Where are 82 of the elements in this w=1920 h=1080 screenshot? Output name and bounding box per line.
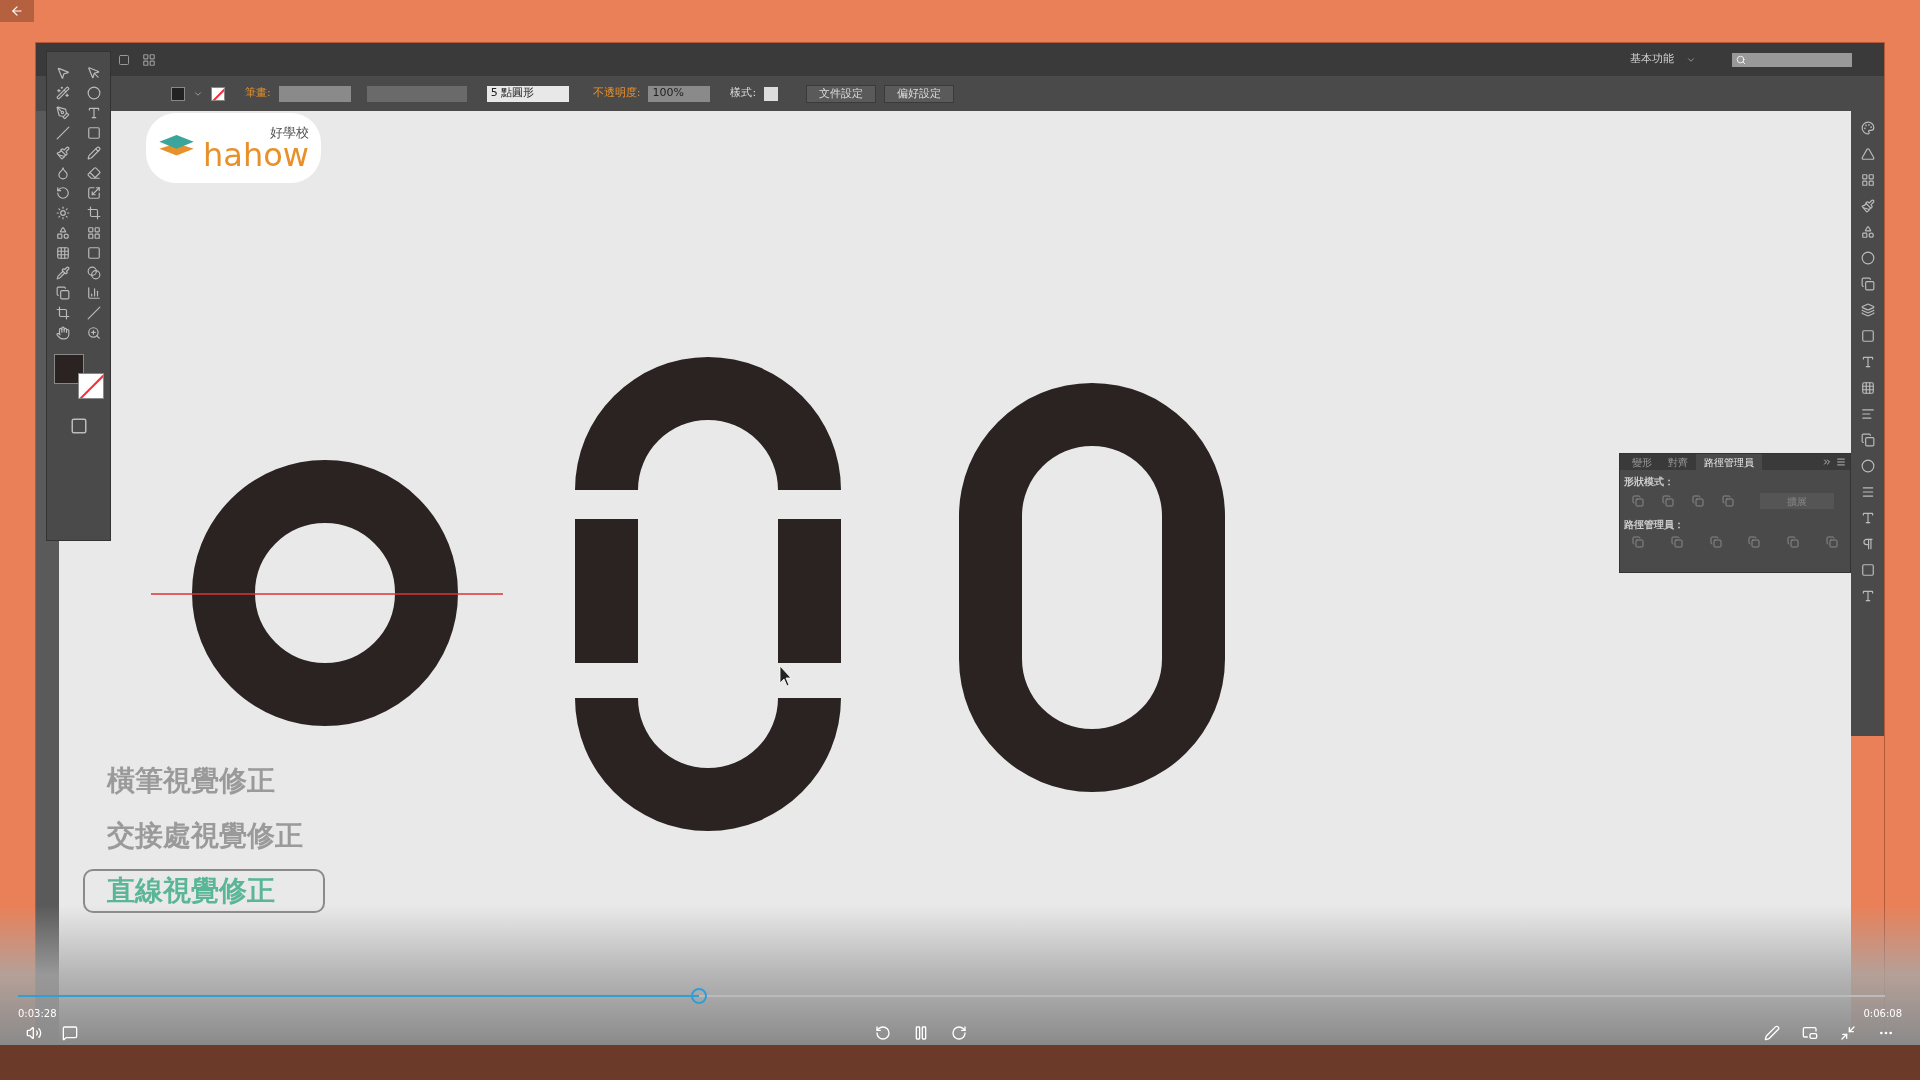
elapsed-time: 0:03:28 xyxy=(18,1007,57,1021)
scale-icon[interactable] xyxy=(87,186,102,200)
eyedropper-icon[interactable] xyxy=(55,266,70,280)
palette-icon[interactable] xyxy=(1860,121,1875,135)
align-icon[interactable] xyxy=(1860,407,1875,421)
type-icon[interactable] xyxy=(87,106,102,120)
style-label: 樣式: xyxy=(730,85,757,102)
zoom-icon[interactable] xyxy=(87,326,102,340)
collapse-icon[interactable] xyxy=(1822,457,1832,467)
search-icon xyxy=(1736,54,1746,65)
line-icon[interactable] xyxy=(55,126,70,140)
pointer-icon[interactable] xyxy=(55,66,70,80)
rewind-icon[interactable] xyxy=(875,1025,891,1041)
document-icon[interactable] xyxy=(118,53,130,66)
arrow-icon[interactable] xyxy=(87,66,102,80)
style-swatch[interactable] xyxy=(764,86,779,101)
eraser-icon[interactable] xyxy=(87,166,102,180)
blob-icon[interactable] xyxy=(55,166,70,180)
mini-player-icon[interactable] xyxy=(1802,1025,1818,1041)
pause-icon[interactable] xyxy=(913,1025,929,1041)
square-icon[interactable] xyxy=(1860,329,1875,343)
panel-menu-icon[interactable] xyxy=(1836,457,1846,467)
shape-modes-label: 形狀模式： xyxy=(1623,475,1675,489)
circle-icon[interactable] xyxy=(1860,459,1875,473)
toolbar-button[interactable]: 偏好設定 xyxy=(884,84,955,103)
stroke-label: 筆畫: xyxy=(245,85,271,102)
logo-wordmark: hahow xyxy=(203,138,309,171)
profile-field[interactable] xyxy=(366,85,467,102)
cursor-icon xyxy=(779,665,792,687)
duration-time: 0:06:08 xyxy=(1863,1007,1902,1021)
progress-thumb[interactable] xyxy=(691,988,708,1004)
circle-icon[interactable] xyxy=(1860,251,1875,265)
caption-text: 橫筆視覺修正 xyxy=(105,763,276,799)
hand-icon[interactable] xyxy=(55,326,70,340)
mesh-icon[interactable] xyxy=(55,246,70,260)
type-icon[interactable] xyxy=(1860,355,1875,369)
volume-icon[interactable] xyxy=(26,1025,42,1041)
rotate-icon[interactable] xyxy=(55,186,70,200)
panel-tab[interactable]: 變形 xyxy=(1624,454,1660,470)
lines-icon[interactable] xyxy=(1860,485,1875,499)
stroke-weight-field[interactable] xyxy=(278,85,351,102)
blend-icon[interactable] xyxy=(87,266,102,280)
brush-icon[interactable] xyxy=(55,146,70,160)
caption-text: 交接處視覺修正 xyxy=(106,818,304,854)
back-button[interactable] xyxy=(0,0,34,22)
triangle-icon[interactable] xyxy=(1860,147,1875,161)
exit-fullscreen-icon[interactable] xyxy=(1840,1025,1856,1041)
opacity-field[interactable]: 100% xyxy=(648,85,711,102)
paragraph-icon[interactable] xyxy=(1860,537,1875,551)
wand-icon[interactable] xyxy=(55,86,70,100)
fill-swatch[interactable] xyxy=(171,86,185,101)
brush-dropdown[interactable]: 5 點圓形 xyxy=(486,85,569,102)
grid-icon[interactable] xyxy=(1860,381,1875,395)
grid-icon[interactable] xyxy=(87,226,102,240)
captions-icon[interactable] xyxy=(62,1025,78,1041)
rectangle-icon[interactable] xyxy=(87,126,102,140)
logo-chinese: 好學校 xyxy=(270,125,309,139)
opacity-label: 不透明度: xyxy=(592,85,641,102)
shape-builder-icon[interactable] xyxy=(55,226,70,240)
stroke-swatch[interactable] xyxy=(211,86,225,101)
search-field[interactable] xyxy=(1732,52,1852,67)
copy-icon[interactable] xyxy=(1860,277,1875,291)
chart-icon[interactable] xyxy=(87,286,102,300)
panel-tab[interactable]: 路徑管理員 xyxy=(1696,454,1762,470)
workspace-menu[interactable]: 基本功能 xyxy=(1630,51,1674,68)
caption-text: 直線視覺修正 xyxy=(83,869,325,913)
fill-color-swatch[interactable] xyxy=(53,354,104,399)
square-icon[interactable] xyxy=(1860,563,1875,577)
grid-icon[interactable] xyxy=(1860,173,1875,187)
shapes-icon[interactable] xyxy=(1860,225,1875,239)
brush-icon[interactable] xyxy=(1860,199,1875,213)
forward-icon[interactable] xyxy=(951,1025,967,1041)
pen-icon[interactable] xyxy=(55,106,70,120)
arrange-icon[interactable] xyxy=(142,52,156,67)
pencil-icon[interactable] xyxy=(87,146,102,160)
screen-mode-icon[interactable] xyxy=(69,417,88,435)
panel-tab[interactable]: 對齊 xyxy=(1660,454,1696,470)
pathfinders-label: 路徑管理員： xyxy=(1623,518,1685,532)
pen-icon[interactable] xyxy=(1764,1025,1780,1041)
character-icon[interactable] xyxy=(1860,511,1875,525)
layers-icon[interactable] xyxy=(1860,303,1875,317)
toolbar-button[interactable]: 文件設定 xyxy=(806,84,877,103)
